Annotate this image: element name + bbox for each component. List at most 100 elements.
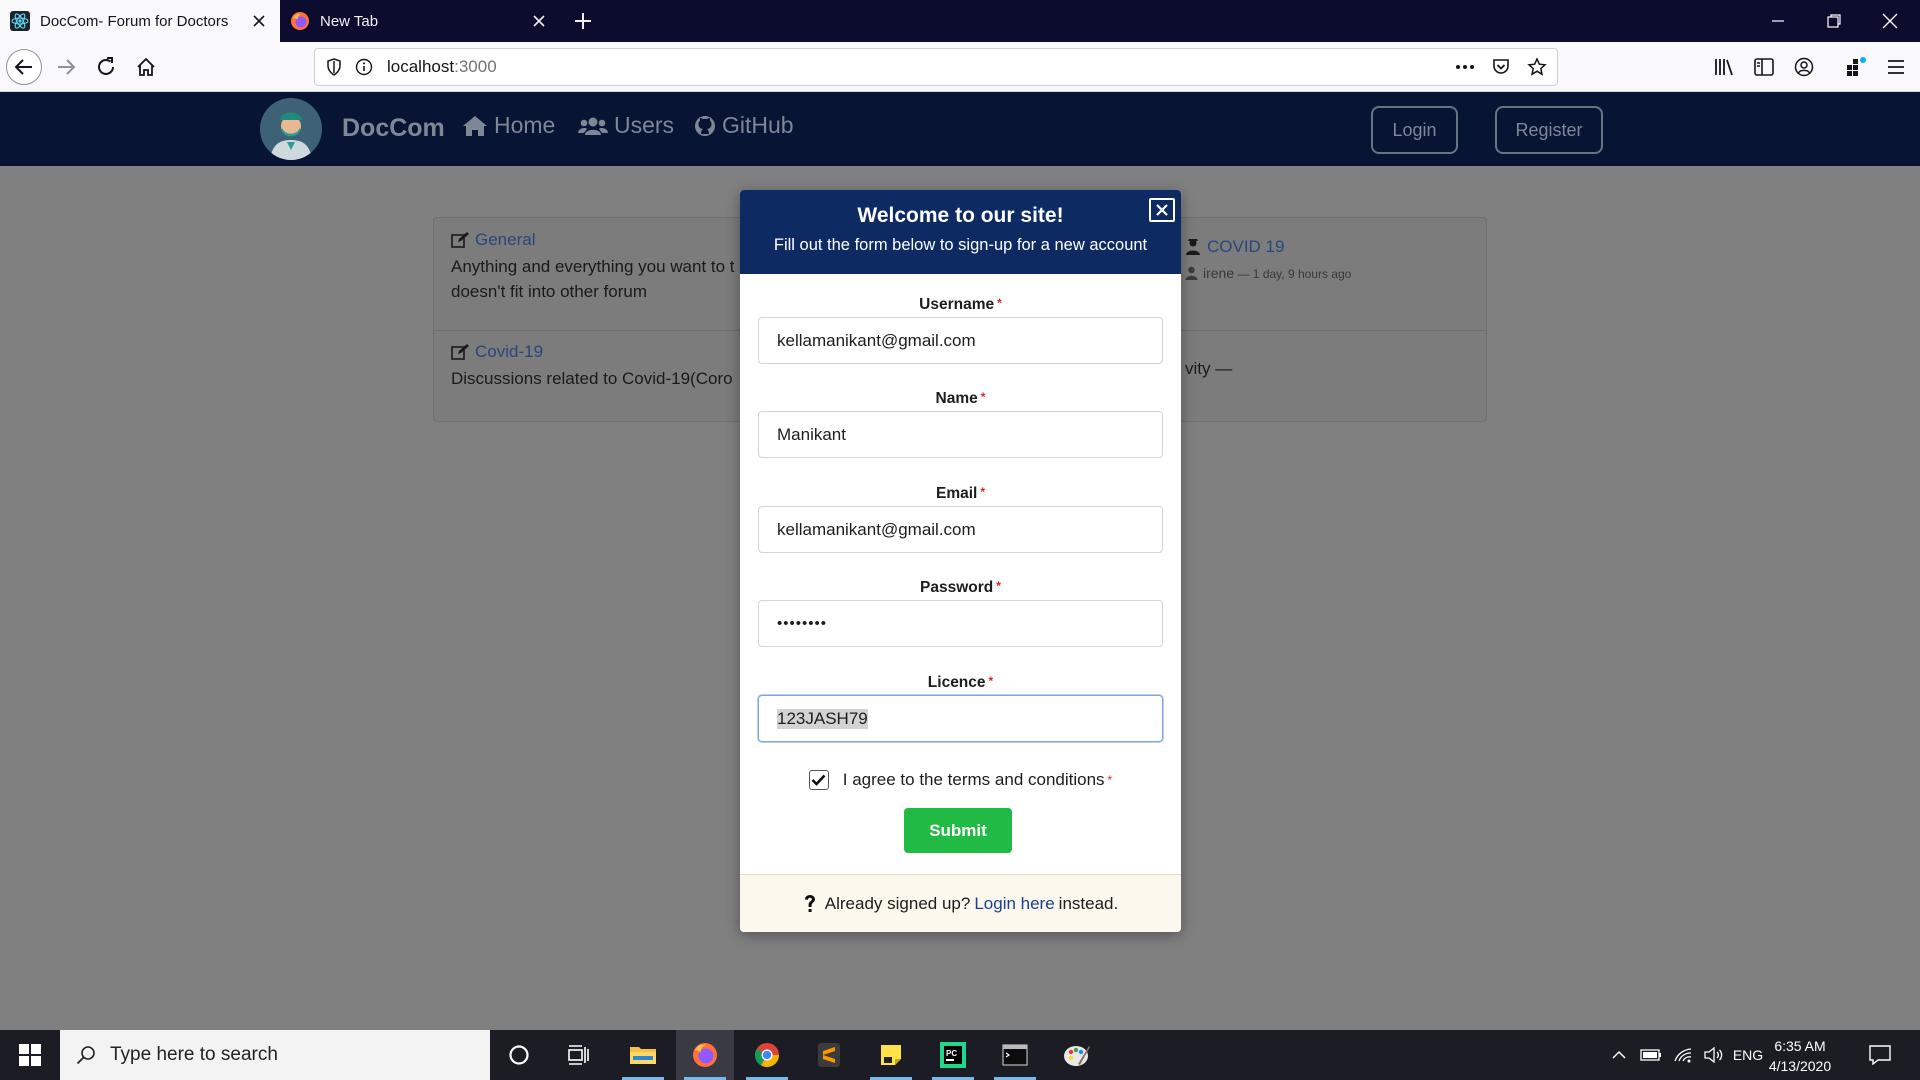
pycharm-icon[interactable]: PC [924, 1030, 982, 1080]
close-modal-icon[interactable] [1149, 198, 1175, 222]
tab-doccom[interactable]: DocCom- Forum for Doctors [0, 0, 280, 42]
sublime-text-icon[interactable] [800, 1030, 858, 1080]
field-label-text: Username [919, 296, 995, 313]
password-field[interactable]: •••••••• [758, 600, 1163, 647]
licence-field[interactable]: 123JASH79 [758, 695, 1163, 742]
cortana-icon[interactable] [490, 1030, 548, 1080]
windows-taskbar: Type here to search PC ENG 6:35 AM 4/13/… [0, 1030, 1920, 1080]
react-icon [10, 11, 30, 31]
tab-title: DocCom- Forum for Doctors [40, 12, 229, 30]
activity-text: vity — [1185, 359, 1233, 378]
latest-author: irene [1203, 265, 1235, 281]
chrome-icon[interactable] [738, 1030, 796, 1080]
latest-thread-link[interactable]: COVID 19 [1185, 237, 1284, 257]
password-value: •••••••• [777, 615, 828, 632]
taskbar-search[interactable]: Type here to search [60, 1030, 490, 1080]
terminal-icon[interactable] [986, 1030, 1044, 1080]
doctor-logo[interactable] [260, 98, 322, 160]
username-value: kellamanikant@gmail.com [777, 330, 976, 350]
required-mark: * [1107, 773, 1113, 787]
sidebar-icon[interactable] [1748, 51, 1780, 83]
nav-users-label: Users [614, 112, 675, 138]
tab-new-tab[interactable]: New Tab [280, 0, 560, 42]
search-icon [76, 1045, 96, 1065]
forum-title-covid[interactable]: Covid-19 [451, 342, 543, 362]
page: DocCom Home Users GitHub Login Register [0, 92, 1920, 1030]
clock-date: 4/13/2020 [1768, 1058, 1832, 1074]
nav-github[interactable]: GitHub [694, 112, 794, 139]
users-icon [578, 116, 608, 136]
forum-description-line: Anything and everything you want to t [451, 257, 735, 276]
show-hidden-icons-icon[interactable] [1606, 1030, 1632, 1080]
required-mark: * [980, 485, 986, 499]
field-label-text: Password [920, 579, 994, 596]
home-icon[interactable] [128, 49, 164, 85]
forum-title-general[interactable]: General [451, 230, 535, 250]
menu-icon[interactable] [1880, 51, 1912, 83]
firefox-taskbar-icon[interactable] [676, 1030, 734, 1080]
tracking-shield-icon[interactable] [319, 49, 349, 85]
site-info-icon[interactable] [349, 49, 379, 85]
task-view-icon[interactable] [550, 1030, 608, 1080]
name-field[interactable]: Manikant [758, 411, 1163, 458]
file-explorer-icon[interactable] [614, 1030, 672, 1080]
email-field[interactable]: kellamanikant@gmail.com [758, 506, 1163, 553]
register-button[interactable]: Register [1495, 106, 1603, 154]
user-secret-icon [1185, 238, 1201, 256]
submit-button[interactable]: Submit [904, 808, 1012, 853]
required-mark: * [997, 296, 1002, 310]
username-field[interactable]: kellamanikant@gmail.com [758, 317, 1163, 364]
nav-users[interactable]: Users [578, 112, 674, 139]
required-mark: * [980, 390, 986, 404]
forum-description: Anything and everything you want to t do… [451, 254, 735, 304]
account-icon[interactable] [1788, 51, 1820, 83]
clock[interactable]: 6:35 AM 4/13/2020 [1760, 1036, 1840, 1076]
forum-description: Discussions related to Covid-19(Coro [451, 366, 733, 391]
close-window-icon[interactable] [1862, 0, 1918, 42]
back-icon[interactable] [6, 49, 42, 85]
paint-icon[interactable] [1048, 1030, 1106, 1080]
close-tab-icon[interactable] [248, 10, 270, 32]
login-here-link[interactable]: Login here [974, 894, 1054, 914]
field-label-text: Email [935, 485, 978, 502]
name-label: Name * [740, 390, 1181, 408]
terms-label[interactable]: I agree to the terms and conditions [843, 770, 1105, 790]
email-label: Email * [740, 485, 1181, 503]
url-port: :3000 [454, 57, 497, 76]
windows-start-icon[interactable] [0, 1030, 60, 1080]
close-tab-icon[interactable] [528, 10, 550, 32]
clock-time: 6:35 AM [1774, 1038, 1826, 1054]
nav-home[interactable]: Home [462, 112, 555, 139]
bookmark-star-icon[interactable] [1523, 53, 1551, 81]
edit-icon [451, 344, 469, 360]
email-value: kellamanikant@gmail.com [777, 519, 976, 539]
library-icon[interactable] [1708, 51, 1740, 83]
login-button[interactable]: Login [1371, 106, 1458, 154]
sticky-notes-icon[interactable] [862, 1030, 920, 1080]
volume-icon[interactable] [1700, 1030, 1728, 1080]
required-mark: * [988, 674, 994, 688]
question-icon [803, 894, 817, 914]
url-text: localhost:3000 [387, 57, 497, 77]
pocket-icon[interactable] [1487, 53, 1515, 81]
page-actions-icon[interactable] [1451, 53, 1479, 81]
minimize-icon[interactable] [1750, 0, 1806, 42]
new-tab-icon[interactable] [570, 8, 596, 34]
terms-row: I agree to the terms and conditions * [740, 770, 1181, 790]
restore-icon[interactable] [1806, 0, 1862, 42]
extensions-icon[interactable] [1840, 51, 1872, 83]
terms-checkbox[interactable] [808, 770, 829, 790]
licence-label: Licence * [740, 674, 1181, 692]
site-navbar: DocCom Home Users GitHub Login Register [0, 92, 1920, 166]
notifications-icon[interactable] [1862, 1030, 1898, 1080]
field-label-text: Licence [927, 674, 986, 691]
forum-title-label: General [475, 230, 536, 249]
address-bar[interactable]: localhost:3000 [314, 48, 1558, 86]
brand-name[interactable]: DocCom [342, 114, 445, 143]
battery-icon[interactable] [1636, 1030, 1666, 1080]
reload-icon[interactable] [88, 49, 124, 85]
modal-footer: Already signed up? Login here instead. [740, 874, 1181, 932]
github-icon [694, 115, 716, 137]
wifi-icon[interactable] [1668, 1030, 1698, 1080]
forward-icon[interactable] [48, 49, 84, 85]
